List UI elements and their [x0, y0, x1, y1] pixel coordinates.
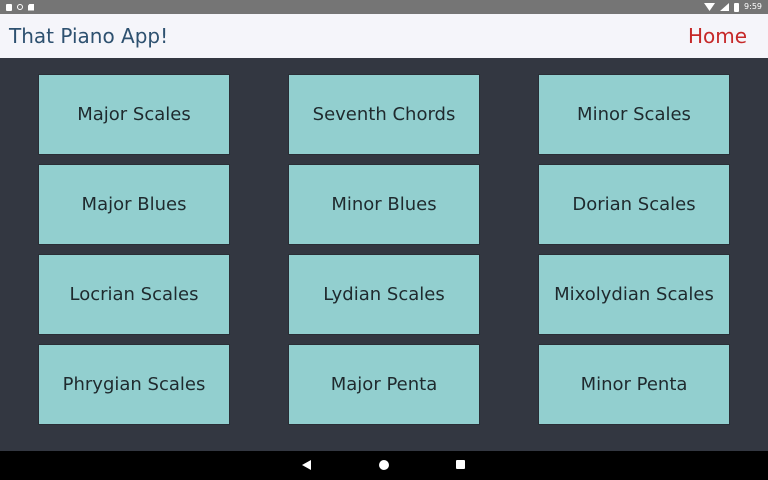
sd-card-icon: [28, 3, 34, 11]
phrygian-scales-button[interactable]: Phrygian Scales: [38, 344, 230, 425]
status-right-icons: 9:59: [704, 0, 762, 14]
back-icon[interactable]: [302, 460, 311, 470]
status-bar: 9:59: [0, 0, 768, 14]
major-penta-button[interactable]: Major Penta: [288, 344, 480, 425]
minor-penta-button[interactable]: Minor Penta: [538, 344, 730, 425]
navigation-bar: [0, 451, 768, 480]
mixolydian-scales-button[interactable]: Mixolydian Scales: [538, 254, 730, 335]
sync-circle-icon: [17, 4, 23, 10]
locrian-scales-button[interactable]: Locrian Scales: [38, 254, 230, 335]
scale-button-grid: Major Scales Seventh Chords Minor Scales…: [38, 74, 730, 425]
wifi-icon: [704, 3, 716, 11]
status-time: 9:59: [744, 2, 762, 11]
cell-signal-icon: [720, 3, 730, 11]
app-header: That Piano App! Home: [0, 14, 768, 58]
home-circle-icon[interactable]: [379, 460, 389, 470]
major-blues-button[interactable]: Major Blues: [38, 164, 230, 245]
home-link[interactable]: Home: [688, 24, 747, 48]
battery-icon: [734, 2, 740, 12]
status-left-icons: [6, 3, 34, 11]
major-scales-button[interactable]: Major Scales: [38, 74, 230, 155]
minor-blues-button[interactable]: Minor Blues: [288, 164, 480, 245]
notification-square-icon: [6, 3, 12, 11]
minor-scales-button[interactable]: Minor Scales: [538, 74, 730, 155]
recents-icon[interactable]: [456, 460, 465, 469]
app-title: That Piano App!: [9, 24, 169, 48]
lydian-scales-button[interactable]: Lydian Scales: [288, 254, 480, 335]
dorian-scales-button[interactable]: Dorian Scales: [538, 164, 730, 245]
screen: 9:59 That Piano App! Home Major Scales S…: [0, 0, 768, 480]
seventh-chords-button[interactable]: Seventh Chords: [288, 74, 480, 155]
